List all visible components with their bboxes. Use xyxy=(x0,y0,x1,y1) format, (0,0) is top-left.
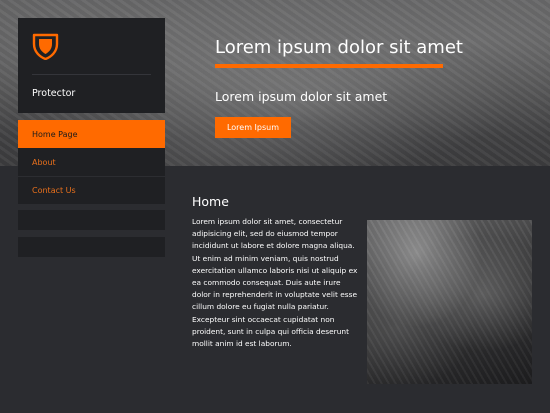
sidebar-item-home-page[interactable]: Home Page xyxy=(18,120,165,148)
content-body: Lorem ipsum dolor sit amet, consectetur … xyxy=(192,217,358,349)
shield-icon[interactable] xyxy=(32,32,59,60)
sidebar-brand-panel: Protector xyxy=(18,18,165,113)
sidebar-item-about[interactable]: About xyxy=(18,148,165,176)
hero-divider xyxy=(215,64,443,68)
sidebar-empty-panel xyxy=(18,237,165,257)
hero-title: Lorem ipsum dolor sit amet xyxy=(215,37,463,58)
content-image xyxy=(367,220,532,384)
hero-subtitle: Lorem ipsum dolor sit amet xyxy=(215,89,388,104)
brand-divider xyxy=(32,74,151,75)
sidebar-nav: Home Page About Contact Us xyxy=(18,120,165,204)
content-title: Home xyxy=(192,194,229,209)
sidebar-item-contact-us[interactable]: Contact Us xyxy=(18,176,165,204)
sidebar-empty-panel xyxy=(18,210,165,230)
brand-name: Protector xyxy=(32,88,76,99)
hero-button[interactable]: Lorem Ipsum xyxy=(215,117,291,138)
